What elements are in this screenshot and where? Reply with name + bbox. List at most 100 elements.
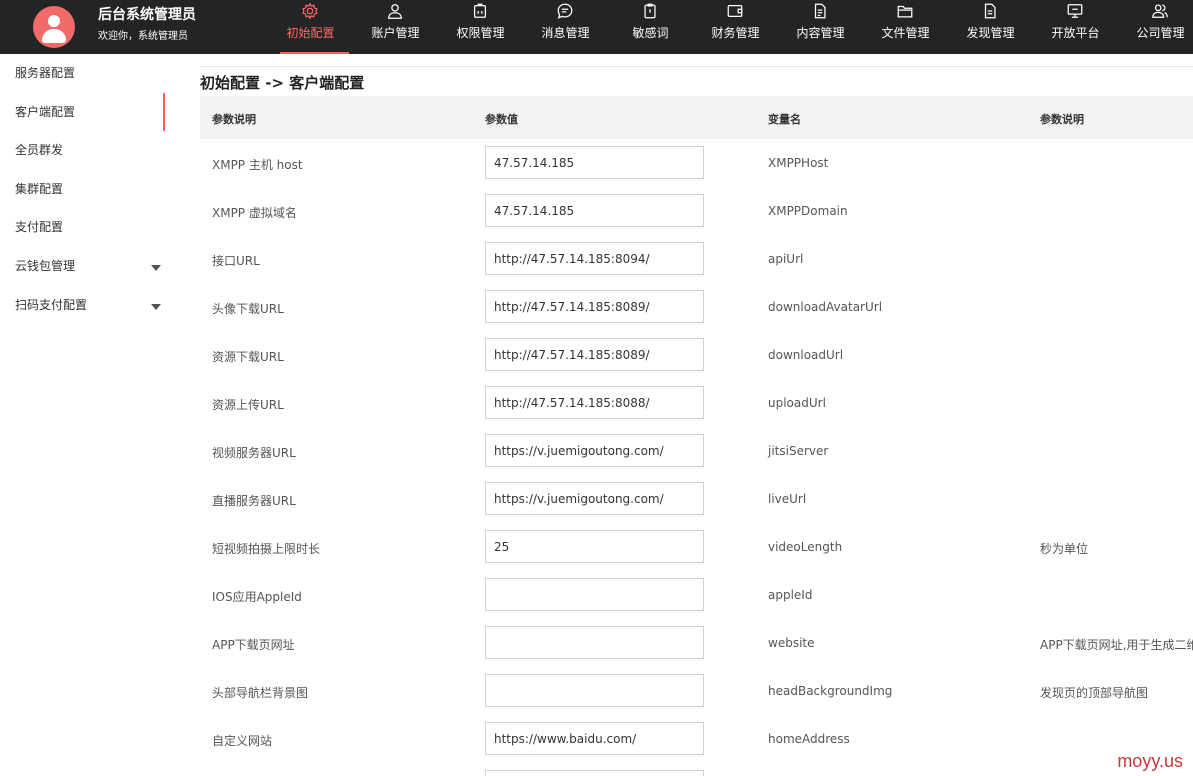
- variable-name: uploadUrl: [768, 396, 826, 410]
- variable-name: XMPPDomain: [768, 204, 848, 218]
- table-row: IOS应用AppleId appleId: [200, 571, 1193, 619]
- sidebar-item-server-config[interactable]: 服务器配置: [0, 54, 165, 93]
- admin-title: 后台系统管理员: [98, 7, 196, 23]
- table-row: 接口URL apiUrl: [200, 235, 1193, 283]
- nav-file[interactable]: 文件管理: [863, 0, 948, 54]
- nav-label: 开放平台: [1051, 26, 1100, 40]
- column-header: 变量名: [768, 113, 801, 126]
- table-row: 头部导航栏背景图 headBackgroundImg 发现页的顶部导航图: [200, 667, 1193, 715]
- message-icon: [557, 3, 573, 19]
- param-description: 视频服务器URL: [212, 446, 296, 460]
- nav-label: 消息管理: [541, 26, 590, 40]
- nav-company[interactable]: 公司管理: [1118, 0, 1193, 54]
- table-row: 资源下载URL downloadUrl: [200, 331, 1193, 379]
- param-note: 发现页的顶部导航图: [1040, 686, 1149, 700]
- sidebar-item-label: 服务器配置: [15, 66, 76, 80]
- file-list-icon: [984, 3, 996, 19]
- param-description: 资源下载URL: [212, 350, 284, 364]
- param-value-input[interactable]: [485, 578, 704, 611]
- variable-name: headBackgroundImg: [768, 684, 893, 698]
- param-value-input[interactable]: [485, 482, 704, 515]
- param-value-input[interactable]: [485, 530, 704, 563]
- param-value-input[interactable]: [485, 146, 704, 179]
- divider: [200, 66, 1193, 67]
- nav-label: 文件管理: [881, 26, 930, 40]
- table-row: APP下载页网址 website APP下载页网址,用于生成二维: [200, 619, 1193, 667]
- sidebar-item-broadcast[interactable]: 全员群发: [0, 131, 165, 170]
- gear-icon: [302, 2, 318, 20]
- param-value-input[interactable]: [485, 242, 704, 275]
- nav-label: 账户管理: [371, 26, 420, 40]
- nav-label: 权限管理: [456, 26, 505, 40]
- nav-permission[interactable]: 权限管理: [438, 0, 523, 54]
- avatar[interactable]: [33, 6, 75, 48]
- table-row: 短视频拍摄上限时长 videoLength 秒为单位: [200, 523, 1193, 571]
- folder-icon: [897, 5, 913, 18]
- sidebar: 服务器配置 客户端配置 全员群发 集群配置 支付配置 云钱包管理 扫码支付配置: [0, 54, 165, 776]
- sidebar-item-cloud-wallet[interactable]: 云钱包管理: [0, 247, 165, 286]
- param-description: 资源上传URL: [212, 398, 284, 412]
- watermark: moyy.us: [1117, 751, 1183, 771]
- nav-open-platform[interactable]: 开放平台: [1033, 0, 1118, 54]
- nav-sensitive-words[interactable]: 敏感词: [608, 0, 693, 54]
- sidebar-item-cluster-config[interactable]: 集群配置: [0, 170, 165, 209]
- table-row: 头像下载URL downloadAvatarUrl: [200, 283, 1193, 331]
- sidebar-item-label: 扫码支付配置: [15, 297, 88, 312]
- nav-content[interactable]: 内容管理: [778, 0, 863, 54]
- param-value-input[interactable]: [485, 434, 704, 467]
- main-content: 初始配置 -> 客户端配置 参数说明 参数值 变量名 参数说明 XMPP 主机 …: [165, 54, 1193, 776]
- nav-initial-config[interactable]: 初始配置: [268, 0, 353, 54]
- variable-name: homeAddress: [768, 732, 850, 746]
- param-value-input[interactable]: [485, 674, 704, 707]
- column-header: 参数说明: [1040, 113, 1084, 126]
- param-description: 短视频拍摄上限时长: [212, 542, 321, 556]
- param-description: 接口URL: [212, 254, 260, 268]
- nav-label: 公司管理: [1136, 26, 1185, 40]
- variable-name: videoLength: [768, 540, 843, 554]
- table-row: 直播服务器URL liveUrl: [200, 475, 1193, 523]
- caret-down-icon[interactable]: [151, 303, 161, 310]
- variable-name: apiUrl: [768, 252, 804, 266]
- param-value-input[interactable]: [485, 626, 704, 659]
- nav-finance[interactable]: 财务管理: [693, 0, 778, 54]
- sidebar-item-payment-config[interactable]: 支付配置: [0, 208, 165, 247]
- monitor-icon: [1067, 4, 1083, 18]
- clipboard-icon: [644, 3, 656, 19]
- nav-discover[interactable]: 发现管理: [948, 0, 1033, 54]
- variable-name: XMPPHost: [768, 156, 829, 170]
- param-value-input[interactable]: [485, 722, 704, 755]
- column-header: 参数值: [485, 113, 518, 126]
- param-note: 秒为单位: [1040, 542, 1089, 556]
- sidebar-item-client-config[interactable]: 客户端配置: [0, 92, 165, 132]
- param-description: XMPP 主机 host: [212, 158, 303, 172]
- nav-label: 初始配置: [286, 26, 335, 40]
- param-value-input[interactable]: [485, 290, 704, 323]
- nav-account[interactable]: 账户管理: [353, 0, 438, 54]
- table-row: 视频服务器URL jitsiServer: [200, 427, 1193, 475]
- variable-name: liveUrl: [768, 492, 807, 506]
- sidebar-item-qr-payment[interactable]: 扫码支付配置: [0, 286, 165, 325]
- param-note: APP下载页网址,用于生成二维: [1040, 638, 1193, 652]
- param-value-input[interactable]: [485, 770, 704, 776]
- nav-label: 内容管理: [796, 26, 845, 40]
- user-icon: [388, 4, 402, 19]
- param-value-input[interactable]: [485, 338, 704, 371]
- page-title: 初始配置 -> 客户端配置: [200, 74, 365, 92]
- param-description: 头像下载URL: [212, 302, 284, 316]
- variable-name: appleId: [768, 588, 813, 602]
- nav-message[interactable]: 消息管理: [523, 0, 608, 54]
- variable-name: jitsiServer: [768, 444, 829, 458]
- variable-name: downloadUrl: [768, 348, 844, 362]
- table-row: XMPP 主机 host XMPPHost: [200, 139, 1193, 187]
- variable-name: downloadAvatarUrl: [768, 300, 883, 314]
- caret-down-icon[interactable]: [151, 264, 161, 271]
- table-row: 资源上传URL uploadUrl: [200, 379, 1193, 427]
- param-value-input[interactable]: [485, 194, 704, 227]
- param-description: 头部导航栏背景图: [212, 686, 309, 700]
- param-value-input[interactable]: [485, 386, 704, 419]
- param-description: APP下载页网址: [212, 638, 295, 652]
- sidebar-item-label: 集群配置: [15, 181, 64, 196]
- welcome-text: 欢迎你，系统管理员: [98, 31, 188, 42]
- nav-label: 敏感词: [632, 26, 669, 40]
- top-bar: 后台系统管理员 欢迎你，系统管理员 初始配置 账户管理 权限管理 消息管理 敏感…: [0, 0, 1193, 54]
